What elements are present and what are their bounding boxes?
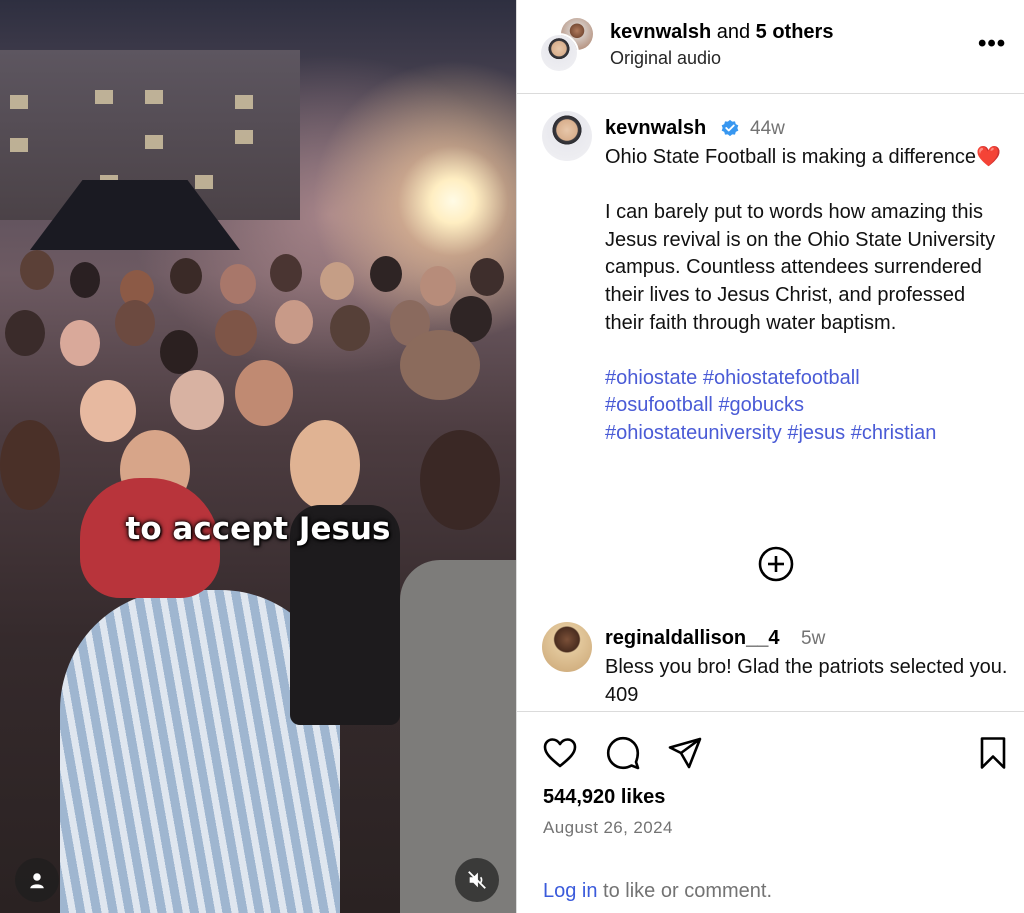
- hashtag-link[interactable]: #ohiostate: [605, 367, 697, 389]
- person-icon: [30, 873, 44, 889]
- caption-paragraph-1: Ohio State Football is making a differen…: [605, 146, 1001, 168]
- tagged-people-button[interactable]: [15, 858, 59, 902]
- hashtag-link[interactable]: #gobucks: [718, 394, 804, 416]
- header-others[interactable]: 5 others: [756, 21, 834, 43]
- login-prompt: Log in to like or comment.: [543, 880, 772, 903]
- header-username[interactable]: kevnwalsh: [610, 21, 711, 43]
- hashtag-link[interactable]: #ohiostatefootball: [703, 367, 860, 389]
- commenter-username[interactable]: reginaldallison__4: [605, 627, 780, 650]
- author-username[interactable]: kevnwalsh: [605, 117, 706, 140]
- header-title: kevnwalsh and 5 others: [610, 21, 833, 44]
- comment-icon[interactable]: [605, 735, 641, 771]
- plus-circle-icon[interactable]: [758, 546, 794, 582]
- author-avatar[interactable]: [542, 111, 592, 161]
- author-avatar-small[interactable]: [539, 33, 579, 73]
- comment-text: Bless you bro! Glad the patriots selecte…: [605, 656, 1008, 706]
- bookmark-icon[interactable]: [975, 735, 1011, 771]
- login-link[interactable]: Log in: [543, 880, 598, 902]
- post-date[interactable]: August 26, 2024: [543, 818, 673, 838]
- hashtag-link[interactable]: #ohiostateuniversity: [605, 422, 782, 444]
- original-audio-link[interactable]: Original audio: [610, 48, 721, 69]
- volume-muted-icon: [468, 871, 486, 889]
- video-side-person: [400, 560, 516, 913]
- post-sidebar: kevnwalsh and 5 others Original audio ••…: [516, 0, 1024, 913]
- caption-paragraph-2: I can barely put to words how amazing th…: [605, 201, 996, 334]
- post-caption: Ohio State Football is making a differen…: [605, 144, 1005, 448]
- post-actions: 544,920 likes August 26, 2024 Log in to …: [517, 711, 1024, 913]
- video-caption: to accept Jesus: [125, 511, 391, 547]
- post-age[interactable]: 44w: [750, 118, 785, 140]
- commenter-avatar[interactable]: [542, 622, 592, 672]
- more-options-icon[interactable]: •••: [978, 30, 1006, 58]
- likes-count[interactable]: 544,920 likes: [543, 786, 665, 809]
- hashtag-link[interactable]: #jesus: [787, 422, 845, 444]
- hashtag-link[interactable]: #christian: [851, 422, 937, 444]
- heart-icon[interactable]: [542, 735, 578, 771]
- hashtags: #ohiostate #ohiostatefootball #osufootba…: [605, 365, 1005, 448]
- share-icon[interactable]: [667, 735, 703, 771]
- header-joiner: and: [711, 21, 756, 43]
- verified-badge-icon: [721, 119, 739, 137]
- post-body: kevnwalsh 44w Ohio State Football is mak…: [517, 95, 1024, 710]
- mute-button[interactable]: [455, 858, 499, 902]
- hashtag-link[interactable]: #osufootball: [605, 394, 713, 416]
- post-header: kevnwalsh and 5 others Original audio ••…: [517, 0, 1024, 94]
- login-rest: to like or comment.: [597, 880, 773, 902]
- reel-video[interactable]: to accept Jesus: [0, 0, 516, 913]
- comment-age: 5w: [801, 628, 826, 649]
